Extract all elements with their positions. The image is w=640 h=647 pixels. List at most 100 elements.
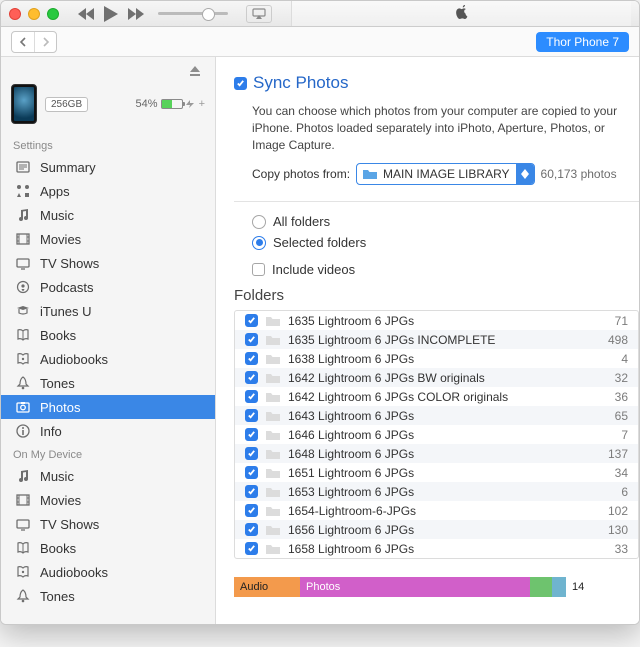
folder-icon [265, 334, 281, 346]
body: 256GB 54% + Settings SummaryAppsMusicMov… [1, 57, 639, 624]
include-videos-row[interactable]: Include videos [252, 262, 639, 277]
folder-row[interactable]: 1648 Lightroom 6 JPGs137 [235, 444, 638, 463]
folder-count: 130 [600, 523, 628, 537]
tv-icon [15, 516, 31, 532]
sidebar-item-audiobooks[interactable]: Audiobooks [1, 347, 215, 371]
sidebar-item-music[interactable]: Music [1, 203, 215, 227]
sidebar-item-books[interactable]: Books [1, 323, 215, 347]
battery-percent-label: 54% [136, 98, 158, 110]
sidebar-item-itunes-u[interactable]: iTunes U [1, 299, 215, 323]
folder-count: 6 [600, 485, 628, 499]
folder-icon [265, 448, 281, 460]
sidebar-item-tv-shows[interactable]: TV Shows [1, 251, 215, 275]
previous-track-button[interactable] [78, 8, 94, 20]
sidebar-item-tv-shows[interactable]: TV Shows [1, 512, 215, 536]
sidebar-item-info[interactable]: Info [1, 419, 215, 443]
sidebar-item-label: Music [40, 469, 74, 484]
sidebar-item-label: Podcasts [40, 280, 93, 295]
nav-buttons [11, 31, 57, 53]
books-icon [15, 540, 31, 556]
folder-row[interactable]: 1653 Lightroom 6 JPGs6 [235, 482, 638, 501]
folder-row[interactable]: 1651 Lightroom 6 JPGs34 [235, 463, 638, 482]
folder-name: 1638 Lightroom 6 JPGs [288, 352, 593, 366]
minimize-window-button[interactable] [28, 8, 40, 20]
itunes-window: Thor Phone 7 256GB 54% + Settings Summar… [0, 0, 640, 625]
close-window-button[interactable] [9, 8, 21, 20]
sidebar-item-label: Audiobooks [40, 565, 108, 580]
folder-row[interactable]: 1642 Lightroom 6 JPGs COLOR originals36 [235, 387, 638, 406]
selected-folders-row[interactable]: Selected folders [252, 235, 639, 250]
sidebar-item-tones[interactable]: Tones [1, 371, 215, 395]
folder-count: 498 [600, 333, 628, 347]
folder-row[interactable]: 1656 Lightroom 6 JPGs130 [235, 520, 638, 539]
folder-icon [265, 429, 281, 441]
nav-forward-button[interactable] [34, 32, 56, 52]
include-videos-label: Include videos [272, 262, 355, 277]
folders-list[interactable]: 1635 Lightroom 6 JPGs711635 Lightroom 6 … [234, 310, 639, 559]
folder-checkbox[interactable] [245, 466, 258, 479]
sidebar-item-label: Summary [40, 160, 96, 175]
folder-checkbox[interactable] [245, 485, 258, 498]
sidebar-item-audiobooks[interactable]: Audiobooks [1, 560, 215, 584]
sidebar-item-music[interactable]: Music [1, 464, 215, 488]
folder-row[interactable]: 1646 Lightroom 6 JPGs7 [235, 425, 638, 444]
folder-row[interactable]: 1635 Lightroom 6 JPGs INCOMPLETE498 [235, 330, 638, 349]
include-videos-checkbox[interactable] [252, 263, 265, 276]
selected-folders-radio[interactable] [252, 236, 266, 250]
folder-icon [265, 353, 281, 365]
all-folders-radio[interactable] [252, 215, 266, 229]
folder-checkbox[interactable] [245, 542, 258, 555]
sidebar-item-label: TV Shows [40, 517, 99, 532]
folder-checkbox[interactable] [245, 409, 258, 422]
playback-controls [78, 5, 272, 23]
sidebar-item-photos[interactable]: Photos [1, 395, 215, 419]
music-icon [15, 468, 31, 484]
volume-slider[interactable] [158, 12, 228, 15]
sidebar-item-movies[interactable]: Movies [1, 488, 215, 512]
folder-checkbox[interactable] [245, 523, 258, 536]
sidebar-item-summary[interactable]: Summary [1, 155, 215, 179]
nav-back-button[interactable] [12, 32, 34, 52]
folder-row[interactable]: 1642 Lightroom 6 JPGs BW originals32 [235, 368, 638, 387]
all-folders-label: All folders [273, 214, 330, 229]
folder-icon [265, 391, 281, 403]
storage-segment-a [530, 577, 552, 597]
folder-checkbox[interactable] [245, 352, 258, 365]
next-track-button[interactable] [128, 8, 144, 20]
device-name-pill[interactable]: Thor Phone 7 [536, 32, 629, 52]
sync-photos-checkbox[interactable] [234, 77, 247, 90]
sidebar-item-podcasts[interactable]: Podcasts [1, 275, 215, 299]
source-popup[interactable]: MAIN IMAGE LIBRARY [356, 163, 534, 185]
storage-segment-audio: Audio [234, 577, 300, 597]
books-icon [15, 327, 31, 343]
sidebar-item-books[interactable]: Books [1, 536, 215, 560]
folder-icon [265, 486, 281, 498]
folder-checkbox[interactable] [245, 428, 258, 441]
folder-row[interactable]: 1658 Lightroom 6 JPGs33 [235, 539, 638, 558]
sidebar-item-tones[interactable]: Tones [1, 584, 215, 608]
play-button[interactable] [104, 6, 118, 22]
folder-row[interactable]: 1638 Lightroom 6 JPGs4 [235, 349, 638, 368]
sidebar-item-apps[interactable]: Apps [1, 179, 215, 203]
folder-row[interactable]: 1643 Lightroom 6 JPGs65 [235, 406, 638, 425]
folder-checkbox[interactable] [245, 447, 258, 460]
folder-row[interactable]: 1654-Lightroom-6-JPGs102 [235, 501, 638, 520]
sidebar-item-label: Tones [40, 376, 75, 391]
all-folders-row[interactable]: All folders [252, 214, 639, 229]
sidebar-item-label: TV Shows [40, 256, 99, 271]
folder-checkbox[interactable] [245, 333, 258, 346]
folder-count: 7 [600, 428, 628, 442]
phone-thumbnail-icon [11, 84, 37, 124]
source-popup-label: MAIN IMAGE LIBRARY [383, 167, 515, 181]
sidebar-item-movies[interactable]: Movies [1, 227, 215, 251]
folder-name: 1648 Lightroom 6 JPGs [288, 447, 593, 461]
folder-checkbox[interactable] [245, 314, 258, 327]
airplay-button[interactable] [246, 5, 272, 23]
folder-checkbox[interactable] [245, 390, 258, 403]
folder-row[interactable]: 1635 Lightroom 6 JPGs71 [235, 311, 638, 330]
zoom-window-button[interactable] [47, 8, 59, 20]
sidebar-item-label: iTunes U [40, 304, 92, 319]
folder-checkbox[interactable] [245, 371, 258, 384]
eject-icon[interactable] [189, 65, 201, 80]
folder-checkbox[interactable] [245, 504, 258, 517]
